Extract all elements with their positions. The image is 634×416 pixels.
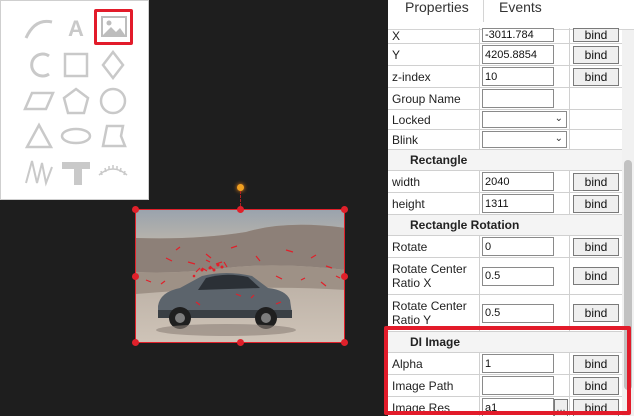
x-bind-button[interactable]: bind	[573, 28, 619, 42]
resize-handle-top-right[interactable]	[341, 206, 348, 213]
properties-panel: Properties Events X bind Y bind z-index …	[388, 0, 634, 416]
resize-handle-bottom-left[interactable]	[132, 339, 139, 346]
pipe-tool-icon[interactable]	[58, 156, 94, 188]
parallelogram-tool-icon[interactable]	[21, 85, 57, 117]
prop-label: height	[388, 193, 480, 214]
prop-row-alpha: Alpha bind	[388, 353, 634, 375]
prop-label: Alpha	[388, 353, 480, 374]
image-element[interactable]	[135, 209, 345, 343]
panel-scrollbar[interactable]	[622, 30, 634, 416]
text-tool-letter: A	[68, 16, 84, 41]
prop-label: Locked	[388, 110, 480, 129]
trapezoid-tool-icon[interactable]	[95, 120, 131, 152]
section-rectangle: Rectangle	[388, 150, 634, 171]
rotate-bind-button[interactable]: bind	[573, 237, 619, 256]
rectangle-tool-icon[interactable]	[58, 49, 94, 81]
image-res-input[interactable]	[482, 398, 554, 416]
group-name-input[interactable]	[482, 89, 554, 108]
y-bind-button[interactable]: bind	[573, 45, 619, 64]
rotate-center-y-bind-button[interactable]: bind	[573, 304, 619, 322]
blink-select[interactable]: ⌄	[482, 131, 567, 148]
panel-tabs: Properties Events	[388, 0, 634, 30]
resize-handle-right[interactable]	[341, 273, 348, 280]
tab-properties[interactable]: Properties	[388, 0, 484, 22]
shape-palette: A	[0, 0, 149, 200]
prop-row-width: width bind	[388, 171, 634, 193]
rotate-center-x-input[interactable]	[482, 266, 554, 286]
drawing-canvas[interactable]	[150, 0, 388, 416]
prop-row-y: Y bind	[388, 44, 634, 66]
prop-label: z-index	[388, 66, 480, 87]
image-tool-icon[interactable]	[96, 11, 132, 43]
gauge-tool-icon[interactable]	[95, 156, 131, 188]
resize-handle-top-left[interactable]	[132, 206, 139, 213]
chevron-down-icon: ⌄	[554, 133, 563, 144]
property-grid: X bind Y bind z-index bind Group Name Lo…	[388, 28, 634, 416]
height-input[interactable]	[482, 194, 554, 213]
resize-handle-bottom[interactable]	[237, 339, 244, 346]
prop-row-group: Group Name	[388, 88, 634, 110]
resize-handle-bottom-right[interactable]	[341, 339, 348, 346]
arc-tool-icon[interactable]	[21, 49, 57, 81]
prop-label: X	[388, 28, 480, 43]
triangle-tool-icon[interactable]	[21, 120, 57, 152]
y-input[interactable]	[482, 45, 554, 64]
resize-handle-top[interactable]	[237, 206, 244, 213]
width-bind-button[interactable]: bind	[573, 172, 619, 191]
rotate-center-y-input[interactable]	[482, 303, 554, 323]
prop-label: Blink	[388, 130, 480, 149]
pentagon-tool-icon[interactable]	[58, 85, 94, 117]
height-bind-button[interactable]: bind	[573, 194, 619, 213]
prop-row-rotate-center-x: Rotate Center Ratio X bind	[388, 258, 634, 295]
prop-label: Y	[388, 44, 480, 65]
prop-row-rotate: Rotate bind	[388, 236, 634, 258]
ellipse-tool-icon[interactable]	[58, 120, 94, 152]
alpha-bind-button[interactable]: bind	[573, 354, 619, 373]
alpha-input[interactable]	[482, 354, 554, 373]
prop-label: Image Res	[388, 397, 480, 416]
text-tool-icon[interactable]: A	[58, 13, 94, 45]
scrollbar-thumb[interactable]	[624, 160, 632, 390]
rotation-handle[interactable]	[237, 184, 244, 191]
rotate-center-x-bind-button[interactable]: bind	[573, 267, 619, 285]
image-res-bind-button[interactable]: bind	[573, 398, 619, 416]
image-path-input[interactable]	[482, 376, 554, 395]
rotation-handle-line	[240, 191, 241, 206]
zindex-input[interactable]	[482, 67, 554, 86]
prop-row-height: height bind	[388, 193, 634, 215]
image-res-browse-button[interactable]: ...	[554, 399, 568, 416]
width-input[interactable]	[482, 172, 554, 191]
prop-label: Group Name	[388, 88, 480, 109]
prop-row-x: X bind	[388, 28, 634, 44]
prop-row-blink: Blink ⌄	[388, 130, 634, 150]
prop-label: width	[388, 171, 480, 192]
resize-handle-left[interactable]	[132, 273, 139, 280]
car-photo-image	[136, 210, 344, 342]
rotate-input[interactable]	[482, 237, 554, 256]
chevron-down-icon: ⌄	[554, 113, 563, 124]
zindex-bind-button[interactable]: bind	[573, 67, 619, 86]
prop-label: Rotate	[388, 236, 480, 257]
diamond-tool-icon[interactable]	[95, 49, 131, 81]
prop-row-locked: Locked ⌄	[388, 110, 634, 130]
section-rectangle-rotation: Rectangle Rotation	[388, 215, 634, 236]
waveform-tool-icon[interactable]	[21, 156, 57, 188]
prop-label: Rotate Center Ratio Y	[388, 295, 480, 331]
circle-tool-icon[interactable]	[95, 85, 131, 117]
prop-row-rotate-center-y: Rotate Center Ratio Y bind	[388, 295, 634, 332]
section-di-image: DI Image	[388, 332, 634, 353]
tab-events[interactable]: Events	[499, 0, 542, 20]
prop-label: Rotate Center Ratio X	[388, 258, 480, 294]
image-path-bind-button[interactable]: bind	[573, 376, 619, 395]
prop-label: Image Path	[388, 375, 480, 396]
x-input[interactable]	[482, 28, 554, 42]
prop-row-image-res: Image Res ... bind	[388, 397, 634, 416]
locked-select[interactable]: ⌄	[482, 111, 567, 128]
prop-row-image-path: Image Path bind	[388, 375, 634, 397]
prop-row-zindex: z-index bind	[388, 66, 634, 88]
line-tool-icon[interactable]	[21, 13, 57, 45]
